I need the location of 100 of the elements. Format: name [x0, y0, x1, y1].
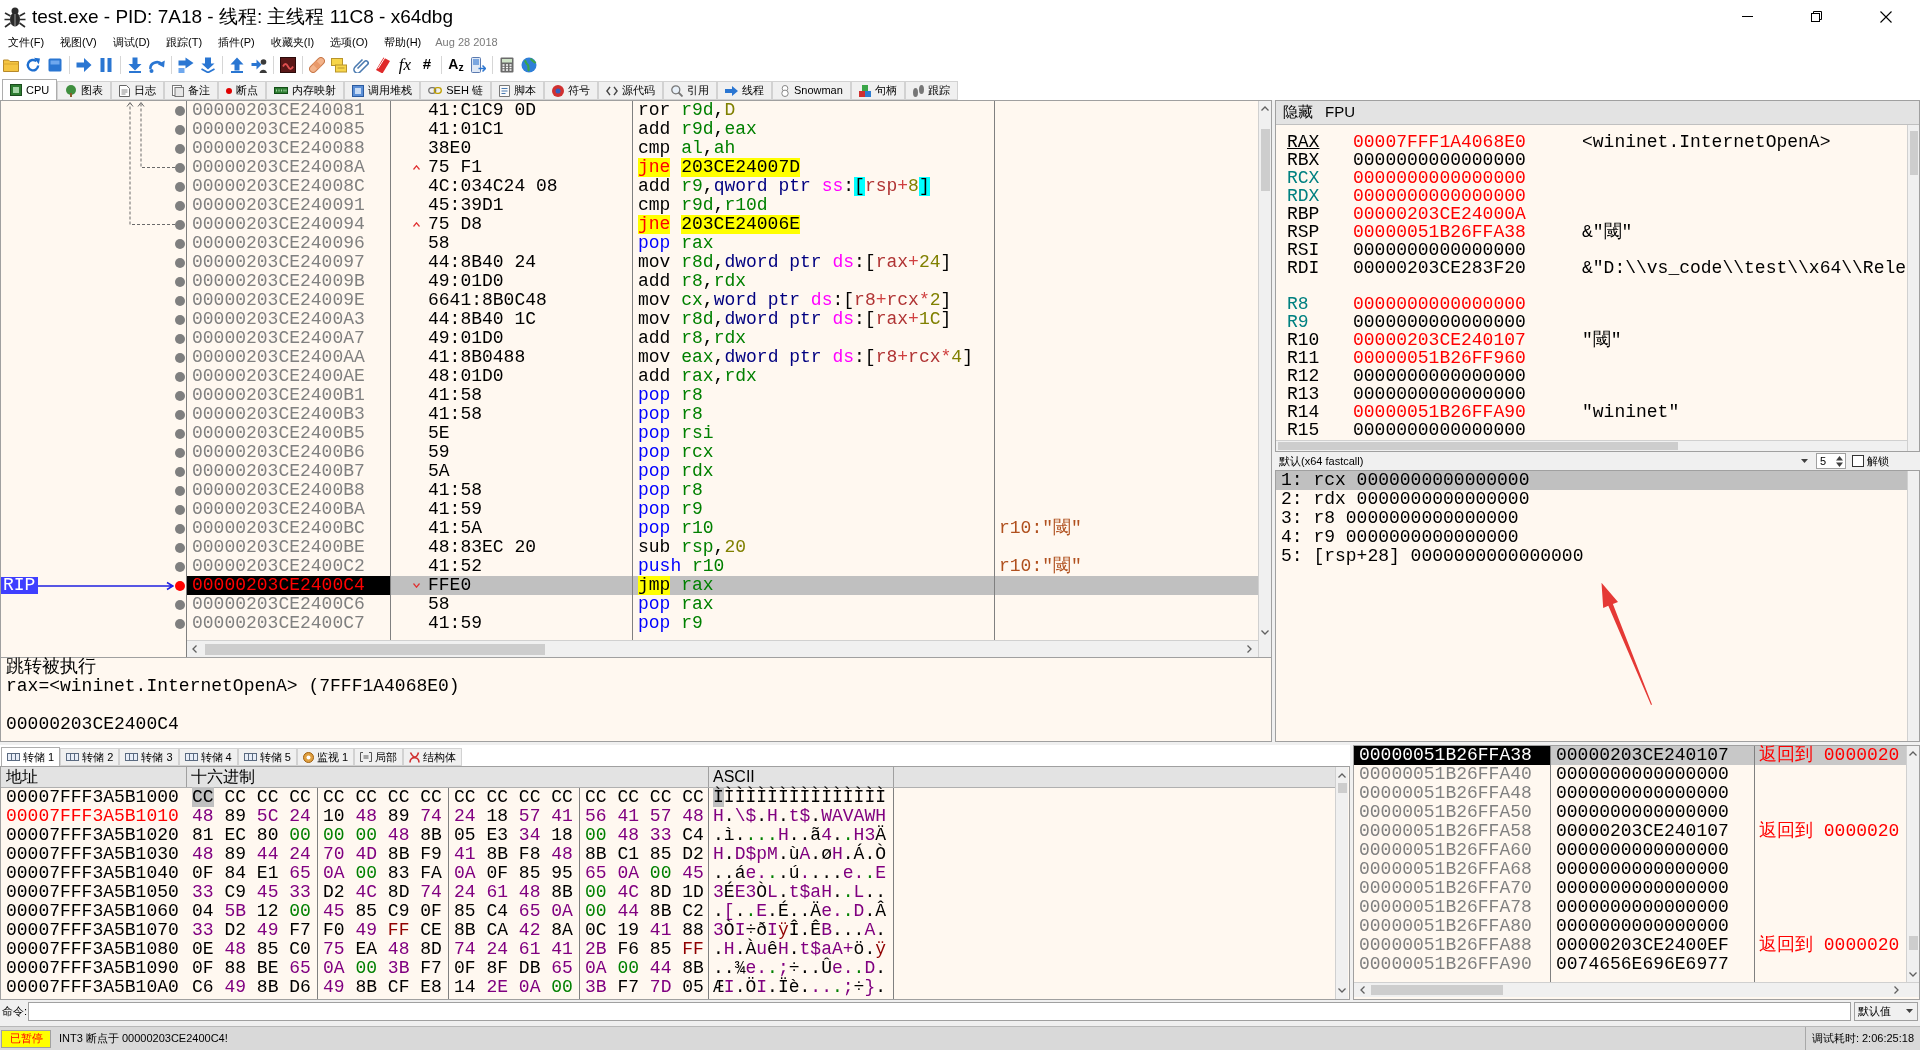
register-value[interactable]: 0000000000000000 [1353, 168, 1526, 188]
toolbar-button[interactable]: A$_{z}$ [445, 53, 467, 76]
tab[interactable]: 转储 4 [178, 748, 238, 766]
scrollbar-thumb[interactable] [1909, 131, 1918, 175]
chevron-down-icon[interactable] [1338, 988, 1346, 993]
stack-address[interactable]: 00000051B26FFA48 [1354, 784, 1550, 803]
register-name[interactable]: R8 [1287, 294, 1309, 314]
tab[interactable]: 结构体 [403, 748, 463, 766]
register-value[interactable]: 00000051B26FFA90 [1353, 402, 1526, 422]
stack-address[interactable]: 00000051B26FFA80 [1354, 917, 1550, 936]
chevron-down-icon[interactable] [1261, 630, 1269, 635]
stack-address[interactable]: 00000051B26FFA70 [1354, 879, 1550, 898]
chevron-left-icon[interactable] [1360, 986, 1365, 994]
tab[interactable]: 句柄 [850, 81, 905, 100]
stack-address[interactable]: 00000051B26FFA60 [1354, 841, 1550, 860]
scrollbar-thumb[interactable] [1278, 442, 1678, 450]
header-button[interactable]: FPU [1325, 101, 1355, 124]
tab[interactable]: SEH 链 [420, 81, 491, 100]
scrollbar[interactable] [187, 640, 1258, 657]
header-button[interactable]: 隐藏 [1283, 101, 1313, 124]
register-value[interactable]: 0000000000000000 [1353, 150, 1526, 170]
scrollbar-thumb[interactable] [205, 643, 545, 655]
menu-item[interactable]: 调试(D) [104, 33, 158, 51]
stack-address[interactable]: 00000051B26FFA50 [1354, 803, 1550, 822]
register-name[interactable]: R12 [1287, 366, 1320, 386]
register-name[interactable]: RSP [1287, 222, 1320, 242]
scrollbar[interactable] [1354, 982, 1919, 997]
register-name[interactable]: R13 [1287, 384, 1320, 404]
argument-line[interactable]: 3: r8 0000000000000000 [1276, 509, 1519, 528]
register-value[interactable]: 00000203CE283F20 [1353, 258, 1526, 278]
stack-address[interactable]: 00000051B26FFA58 [1354, 822, 1550, 841]
scrollbar[interactable] [1335, 767, 1348, 999]
register-value[interactable]: 0000000000000000 [1353, 240, 1526, 260]
chevron-up-icon[interactable] [1261, 106, 1269, 111]
register-value[interactable]: 0000000000000000 [1353, 312, 1526, 332]
scrollbar[interactable] [1906, 746, 1919, 982]
menu-item[interactable]: 插件(P) [210, 33, 263, 51]
tab[interactable]: 转储 3 [119, 748, 179, 766]
register-value[interactable]: 0000000000000000 [1353, 294, 1526, 314]
tab[interactable]: 跟踪 [904, 81, 958, 100]
tab[interactable]: 线程 [716, 81, 772, 100]
toolbar-button[interactable]: fx [394, 53, 416, 76]
register-name[interactable]: RDI [1287, 258, 1320, 278]
menu-item[interactable]: 文件(F) [0, 33, 53, 51]
lock-checkbox[interactable] [1852, 455, 1864, 467]
stack-address[interactable]: 00000051B26FFA68 [1354, 860, 1550, 879]
stack-address[interactable]: 00000051B26FFA78 [1354, 898, 1550, 917]
convention-dropdown[interactable]: 默认(x64 fastcall) [1277, 453, 1814, 469]
tab[interactable]: CPU [2, 79, 58, 100]
stack-address[interactable]: 00000051B26FFA40 [1354, 765, 1550, 784]
tab[interactable]: 引用 [662, 81, 717, 100]
register-name[interactable]: R15 [1287, 420, 1320, 440]
register-value[interactable]: 0000000000000000 [1353, 186, 1526, 206]
register-name[interactable]: R10 [1287, 330, 1320, 350]
command-input[interactable] [28, 1001, 1851, 1021]
tab[interactable]: 内存映射 [266, 81, 345, 100]
chevron-right-icon[interactable] [1247, 645, 1252, 653]
tab[interactable]: 监视 1 [296, 748, 355, 766]
toolbar-button[interactable]: # [416, 53, 438, 76]
chevron-right-icon[interactable] [1894, 986, 1899, 994]
register-value[interactable]: 0000000000000000 [1353, 366, 1526, 386]
register-value[interactable]: 00000203CE240107 [1353, 330, 1526, 350]
scrollbar-thumb[interactable] [1337, 783, 1347, 793]
argument-line[interactable]: 4: r9 0000000000000000 [1276, 528, 1519, 547]
tab[interactable]: 图表 [57, 81, 112, 100]
count-spinner[interactable]: 5 [1816, 453, 1846, 469]
register-name[interactable]: RBX [1287, 150, 1320, 170]
tab[interactable]: 源代码 [597, 81, 663, 100]
scrollbar-thumb[interactable] [1371, 985, 1503, 995]
menu-item[interactable]: 跟踪(T) [158, 33, 211, 51]
register-value[interactable]: 00007FFF1A4068E0 [1353, 132, 1526, 152]
stack-address[interactable]: 00000051B26FFA88 [1354, 936, 1550, 955]
tab[interactable]: 转储 1 [1, 747, 61, 766]
register-value[interactable]: 00000203CE24000A [1353, 204, 1526, 224]
tab[interactable]: 调用堆栈 [344, 81, 421, 100]
stack-address[interactable]: 00000051B26FFA38 [1354, 746, 1550, 765]
register-name[interactable]: RDX [1287, 186, 1320, 206]
tab[interactable]: 脚本 [490, 81, 544, 100]
tab[interactable]: 符号 [543, 81, 598, 100]
tab[interactable]: 日志 [111, 81, 165, 100]
menu-item[interactable]: 视图(V) [52, 33, 105, 51]
chevron-up-icon[interactable] [1338, 773, 1346, 778]
chevron-up-icon[interactable] [1909, 751, 1917, 756]
scrollbar[interactable] [1907, 125, 1919, 451]
scrollbar[interactable] [1258, 101, 1271, 657]
register-name[interactable]: R14 [1287, 402, 1320, 422]
menu-item[interactable]: 选项(O) [322, 33, 376, 51]
menu-item[interactable]: 帮助(H) [376, 33, 430, 51]
tab[interactable]: Snowman [771, 81, 851, 100]
register-name[interactable]: RCX [1287, 168, 1320, 188]
selected-row[interactable]: FFE0 jmp rax [391, 576, 1258, 595]
tab[interactable]: 断点 [218, 81, 267, 100]
register-value[interactable]: 0000000000000000 [1353, 384, 1526, 404]
argument-line[interactable]: 5: [rsp+28] 0000000000000000 [1276, 547, 1584, 566]
chevron-left-icon[interactable] [192, 645, 197, 653]
register-value[interactable]: 00000051B26FF960 [1353, 348, 1526, 368]
chevron-down-icon[interactable] [1909, 972, 1917, 977]
register-name[interactable]: RBP [1287, 204, 1320, 224]
menu-item[interactable]: 收藏夹(I) [262, 33, 323, 51]
column-header[interactable]: 地址 [1, 767, 187, 787]
